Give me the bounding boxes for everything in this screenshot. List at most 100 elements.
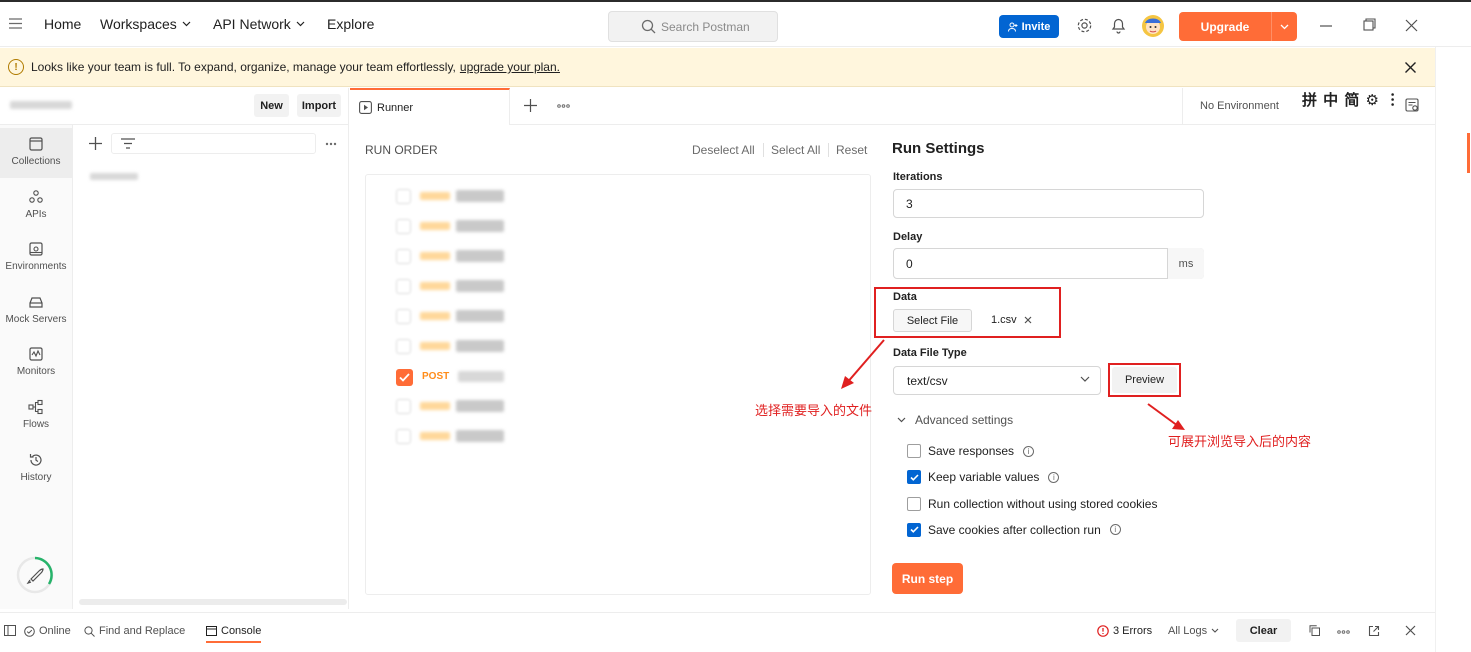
reset-link[interactable]: Reset xyxy=(836,143,867,157)
rail-item-environments[interactable]: Environments xyxy=(0,233,72,283)
console-more-icon[interactable] xyxy=(1337,630,1350,634)
scroll-indicator[interactable] xyxy=(1467,133,1470,173)
nav-api-network[interactable]: API Network xyxy=(213,16,305,32)
history-icon xyxy=(29,453,42,466)
request-name-blurred xyxy=(456,310,504,322)
iterations-input[interactable]: 3 xyxy=(893,189,1204,218)
rail-item-apis[interactable]: APIs xyxy=(0,181,72,231)
nav-home[interactable]: Home xyxy=(44,16,81,32)
menu-icon[interactable] xyxy=(9,18,22,29)
collections-icon xyxy=(29,137,43,151)
request-checkbox[interactable] xyxy=(396,279,411,294)
pop-out-icon[interactable] xyxy=(1368,625,1380,637)
avatar[interactable] xyxy=(1141,14,1165,38)
run-order-title: RUN ORDER xyxy=(365,143,438,157)
request-checkbox[interactable] xyxy=(396,399,411,414)
run-step-button[interactable]: Run step xyxy=(892,563,963,594)
upgrade-button[interactable]: Upgrade xyxy=(1179,12,1297,41)
more-options-icon[interactable] xyxy=(325,142,337,146)
console-label: Console xyxy=(221,625,262,637)
tab-runner-label: Runner xyxy=(377,101,414,114)
upgrade-chevron-icon[interactable] xyxy=(1271,12,1297,41)
divider xyxy=(763,143,764,157)
collections-sidebar xyxy=(73,125,349,609)
rail-item-flows[interactable]: Flows xyxy=(0,391,72,441)
advanced-settings-label: Advanced settings xyxy=(915,413,1014,427)
collection-filter-input[interactable] xyxy=(111,133,316,154)
upgrade-plan-link[interactable]: upgrade your plan. xyxy=(460,60,560,74)
checkbox-checked[interactable] xyxy=(907,522,921,537)
import-button[interactable]: Import xyxy=(297,94,341,117)
rail-item-label: Flows xyxy=(22,419,50,430)
request-name-blurred xyxy=(456,250,504,262)
rail-item-label: Monitors xyxy=(16,366,56,378)
info-icon[interactable]: i xyxy=(1023,445,1035,457)
deselect-all-link[interactable]: Deselect All xyxy=(692,143,755,157)
find-replace-button[interactable]: Find and Replace xyxy=(84,625,185,637)
delay-label: Delay xyxy=(893,231,923,243)
preview-button[interactable]: Preview xyxy=(1112,367,1177,393)
sidebar-scrollbar[interactable] xyxy=(79,599,347,605)
console-tab[interactable]: Console xyxy=(206,625,262,643)
data-file-type-select[interactable]: text/csv xyxy=(893,366,1101,395)
request-checkbox[interactable] xyxy=(396,339,411,354)
request-method-post: POST xyxy=(422,371,450,382)
request-checkbox[interactable] xyxy=(396,309,411,324)
collection-item-blurred[interactable] xyxy=(90,173,138,180)
online-status[interactable]: Online xyxy=(24,625,71,637)
search-input[interactable]: Search Postman xyxy=(608,11,778,42)
request-checkbox[interactable] xyxy=(396,189,411,204)
banner-close-icon[interactable] xyxy=(1404,61,1417,74)
invite-button[interactable]: Invite xyxy=(999,15,1059,38)
search-placeholder: Search Postman xyxy=(661,19,750,34)
restore-icon[interactable] xyxy=(1363,17,1376,33)
option-save-cookies-after-collection-run[interactable]: Save cookies after collection run i xyxy=(907,522,1121,537)
rail-item-monitors[interactable]: Monitors xyxy=(0,338,72,388)
new-button[interactable]: New xyxy=(254,94,289,117)
request-checkbox[interactable] xyxy=(396,429,411,444)
advanced-settings-toggle[interactable]: Advanced settings xyxy=(897,413,1013,427)
nav-explore[interactable]: Explore xyxy=(327,16,374,32)
all-logs-dropdown[interactable]: All Logs xyxy=(1168,625,1219,637)
tab-more-icon[interactable] xyxy=(557,104,570,108)
right-edge-panel xyxy=(1435,47,1471,652)
nav-workspaces[interactable]: Workspaces xyxy=(100,16,191,32)
clear-console-button[interactable]: Clear xyxy=(1236,619,1291,642)
copy-icon[interactable] xyxy=(1309,625,1320,636)
rail-item-collections[interactable]: Collections xyxy=(0,128,72,178)
option-keep-variable-values[interactable]: Keep variable values i xyxy=(907,470,1060,485)
option-save-responses[interactable]: Save responses i xyxy=(907,444,1035,458)
errors-indicator[interactable]: 3 Errors xyxy=(1097,625,1152,637)
select-all-link[interactable]: Select All xyxy=(771,143,820,157)
add-collection-icon[interactable] xyxy=(89,137,102,150)
tab-runner[interactable]: Runner xyxy=(350,88,510,125)
toggle-sidebar-icon[interactable] xyxy=(4,625,16,636)
close-console-icon[interactable] xyxy=(1405,625,1416,636)
request-checkbox-checked[interactable] xyxy=(396,369,413,386)
minimize-icon[interactable] xyxy=(1320,17,1332,33)
info-icon[interactable]: i xyxy=(1109,524,1121,536)
checkbox-checked[interactable] xyxy=(907,470,921,485)
request-checkbox[interactable] xyxy=(396,219,411,234)
select-file-annotation: 选择需要导入的文件 xyxy=(755,403,873,418)
delay-input[interactable]: 0 xyxy=(893,248,1204,279)
checkbox-unchecked[interactable] xyxy=(907,496,921,511)
info-icon[interactable]: i xyxy=(1048,471,1060,483)
environment-selector[interactable]: No Environment 拼 中 简 ⚙ ︙ xyxy=(1182,88,1435,125)
environment-quick-look-icon[interactable] xyxy=(1405,98,1420,113)
bootcamp-rocket-icon[interactable] xyxy=(16,556,54,594)
notifications-bell-icon[interactable] xyxy=(1111,17,1126,34)
nav-workspaces-label: Workspaces xyxy=(100,16,177,32)
rail-item-mock-servers[interactable]: Mock Servers xyxy=(0,286,72,336)
option-run-collection-without-using-stored-cookies[interactable]: Run collection without using stored cook… xyxy=(907,496,1157,511)
online-label: Online xyxy=(39,625,71,637)
request-name-blurred xyxy=(456,190,504,202)
close-window-icon[interactable] xyxy=(1405,17,1418,33)
settings-gear-icon[interactable] xyxy=(1076,17,1093,34)
checkbox-unchecked[interactable] xyxy=(907,444,921,458)
new-tab-icon[interactable] xyxy=(524,99,537,112)
search-icon xyxy=(641,19,656,34)
rail-item-history[interactable]: History xyxy=(0,444,72,494)
nav-explore-label: Explore xyxy=(327,16,375,32)
request-checkbox[interactable] xyxy=(396,249,411,264)
